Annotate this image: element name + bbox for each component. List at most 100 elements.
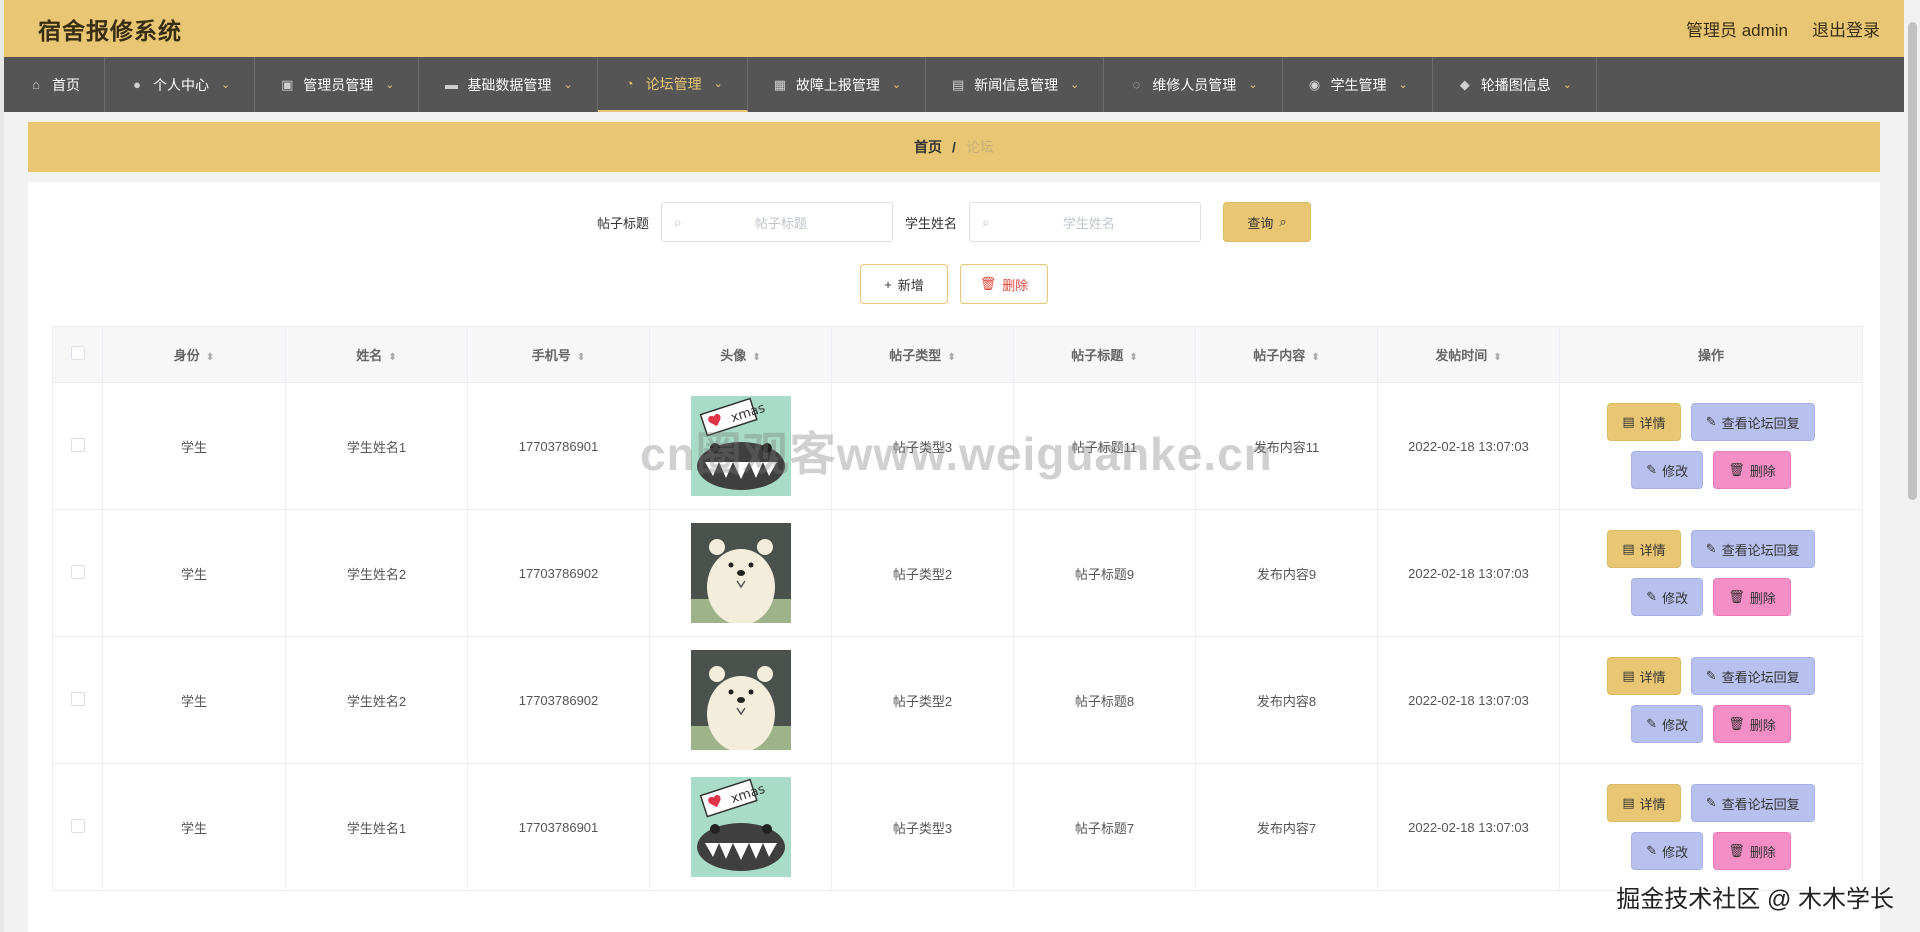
post-time-cell: 2022-02-18 13:07:03 (1377, 763, 1560, 891)
table-row: 学生 学生姓名1 17703786901 xmas 帖子类型3 帖子标题11 发布内容11 2… (52, 382, 1863, 510)
title-search-input[interactable]: ⌕ 帖子标题 (661, 202, 893, 242)
sort-icon[interactable]: ⬍ (947, 352, 955, 363)
nav-item-2[interactable]: ▣ 管理员管理 ⌄ (255, 57, 420, 112)
row-select-cell[interactable] (52, 509, 103, 637)
row-checkbox[interactable] (70, 818, 85, 833)
bear-avatar-icon (690, 523, 791, 623)
view-replies-label: 查看论坛回复 (1721, 669, 1800, 685)
credit-text: 掘金技术社区 @ 木木学长 (1616, 886, 1894, 913)
detail-button[interactable]: ▤ 详情 (1607, 403, 1681, 441)
edit-button[interactable]: ✎ 修改 (1631, 705, 1704, 743)
column-header[interactable]: 发帖时间 ⬍ (1377, 326, 1560, 383)
column-header[interactable]: 帖子标题 ⬍ (1013, 326, 1196, 383)
view-replies-button[interactable]: ✎ 查看论坛回复 (1690, 784, 1815, 822)
nav-item-9[interactable]: ◆ 轮播图信息 ⌄ (1433, 57, 1597, 112)
view-replies-label: 查看论坛回复 (1721, 415, 1800, 431)
trash-icon: 🗑 (1728, 589, 1745, 604)
row-checkbox[interactable] (70, 564, 85, 579)
row-select-cell[interactable] (52, 763, 103, 891)
sort-icon[interactable]: ⬍ (388, 352, 396, 363)
post-time-cell: 2022-02-18 13:07:03 (1377, 636, 1560, 764)
detail-button[interactable]: ▤ 详情 (1607, 530, 1681, 568)
nav-item-5[interactable]: ▦ 故障上报管理 ⌄ (748, 57, 927, 112)
nav-item-1[interactable]: ● 个人中心 ⌄ (105, 57, 256, 112)
sort-icon[interactable]: ⬍ (1311, 352, 1319, 363)
name-cell: 学生姓名2 (285, 636, 468, 764)
power-icon: ◌ (1132, 77, 1141, 92)
query-button[interactable]: 查询 ⌕ (1223, 202, 1312, 242)
column-header[interactable]: 帖子内容 ⬍ (1195, 326, 1378, 383)
nav-item-3[interactable]: ▬ 基础数据管理 ⌄ (419, 57, 598, 112)
detail-button[interactable]: ▤ 详情 (1607, 657, 1681, 695)
delete-row-label: 删除 (1749, 717, 1776, 733)
admin-user-label[interactable]: 管理员 admin (1686, 16, 1788, 41)
breadcrumb-home[interactable]: 首页 (914, 137, 942, 157)
top-header: 宿舍报修系统 管理员 admin 退出登录 (4, 0, 1920, 57)
delete-row-button[interactable]: 🗑 删除 (1713, 451, 1791, 489)
nav-item-4[interactable]: ◔ 论坛管理 ⌄ (597, 57, 748, 112)
row-checkbox[interactable] (70, 437, 85, 452)
row-checkbox[interactable] (70, 691, 85, 706)
header-select-all[interactable] (52, 326, 103, 383)
sort-icon[interactable]: ⬍ (752, 352, 760, 363)
logout-link[interactable]: 退出登录 (1812, 16, 1880, 41)
sort-icon[interactable]: ⬍ (577, 352, 585, 363)
column-header[interactable]: 身份 ⬍ (102, 326, 286, 383)
name-search-input[interactable]: ⌕ 学生姓名 (969, 202, 1202, 242)
view-replies-label: 查看论坛回复 (1721, 542, 1800, 558)
post-time-cell: 2022-02-18 13:07:03 (1377, 382, 1560, 510)
document-icon: ▤ (951, 76, 965, 92)
title-search-label: 帖子标题 (596, 215, 649, 231)
edit-button[interactable]: ✎ 修改 (1631, 451, 1704, 489)
document-icon: ▤ (1622, 541, 1635, 556)
search-icon: ⌕ (674, 213, 682, 230)
post-content-cell: 发布内容11 (1195, 382, 1378, 510)
scrollbar-thumb[interactable] (1908, 22, 1917, 500)
delete-row-button[interactable]: 🗑 删除 (1713, 832, 1791, 870)
nav-item-label: 故障上报管理 (795, 76, 880, 93)
table-body: 学生 学生姓名1 17703786901 xmas 帖子类型3 帖子标题11 发布内容11 2… (52, 382, 1863, 891)
view-replies-button[interactable]: ✎ 查看论坛回复 (1690, 657, 1815, 695)
chevron-down-icon: ⌄ (1248, 79, 1258, 91)
post-title-cell: 帖子标题8 (1013, 636, 1196, 764)
column-header-label: 身份 (173, 348, 200, 363)
edit-icon: ✎ (1646, 716, 1658, 731)
edit-button[interactable]: ✎ 修改 (1631, 578, 1704, 616)
row-select-cell[interactable] (52, 636, 103, 764)
phone-cell: 17703786902 (467, 636, 650, 764)
delete-row-button[interactable]: 🗑 删除 (1713, 578, 1791, 616)
row-select-cell[interactable] (52, 382, 103, 510)
column-header[interactable]: 手机号 ⬍ (467, 326, 650, 383)
nav-item-label: 首页 (52, 76, 80, 93)
column-header-label: 发帖时间 (1435, 348, 1488, 363)
edit-button[interactable]: ✎ 修改 (1631, 832, 1704, 870)
chevron-down-icon: ⌄ (1398, 79, 1408, 91)
title-search-placeholder: 帖子标题 (754, 215, 807, 231)
nav-item-7[interactable]: ◌ 维修人员管理 ⌄ (1104, 57, 1283, 112)
add-button[interactable]: + 新增 (860, 264, 948, 304)
batch-delete-button[interactable]: 🗑 删除 (960, 264, 1048, 304)
vertical-scrollbar[interactable] (1904, 0, 1920, 932)
shark-avatar-icon: xmas (690, 396, 791, 496)
post-type-cell: 帖子类型2 (831, 509, 1014, 637)
column-header[interactable]: 帖子类型 ⬍ (831, 326, 1014, 383)
sort-icon[interactable]: ⬍ (1129, 352, 1137, 363)
action-bar: + 新增 🗑 删除 (28, 264, 1880, 304)
view-replies-button[interactable]: ✎ 查看论坛回复 (1690, 530, 1815, 568)
delete-row-button[interactable]: 🗑 删除 (1713, 705, 1791, 743)
column-header-label: 姓名 (356, 348, 383, 363)
sort-icon[interactable]: ⬍ (206, 352, 214, 363)
column-header[interactable]: 姓名 ⬍ (285, 326, 468, 383)
detail-button[interactable]: ▤ 详情 (1607, 784, 1681, 822)
search-icon: ⌕ (982, 213, 990, 230)
nav-item-8[interactable]: ◉ 学生管理 ⌄ (1283, 57, 1433, 112)
view-replies-button[interactable]: ✎ 查看论坛回复 (1690, 403, 1815, 441)
column-header[interactable]: 头像 ⬍ (649, 326, 832, 383)
post-type-cell: 帖子类型3 (831, 382, 1014, 510)
nav-item-6[interactable]: ▤ 新闻信息管理 ⌄ (926, 57, 1105, 112)
select-all-checkbox[interactable] (70, 346, 85, 360)
sort-icon[interactable]: ⬍ (1493, 352, 1501, 363)
nav-item-label: 新闻信息管理 (974, 76, 1059, 93)
delete-row-label: 删除 (1749, 463, 1776, 479)
nav-item-0[interactable]: ⌂ 首页 (4, 57, 105, 112)
